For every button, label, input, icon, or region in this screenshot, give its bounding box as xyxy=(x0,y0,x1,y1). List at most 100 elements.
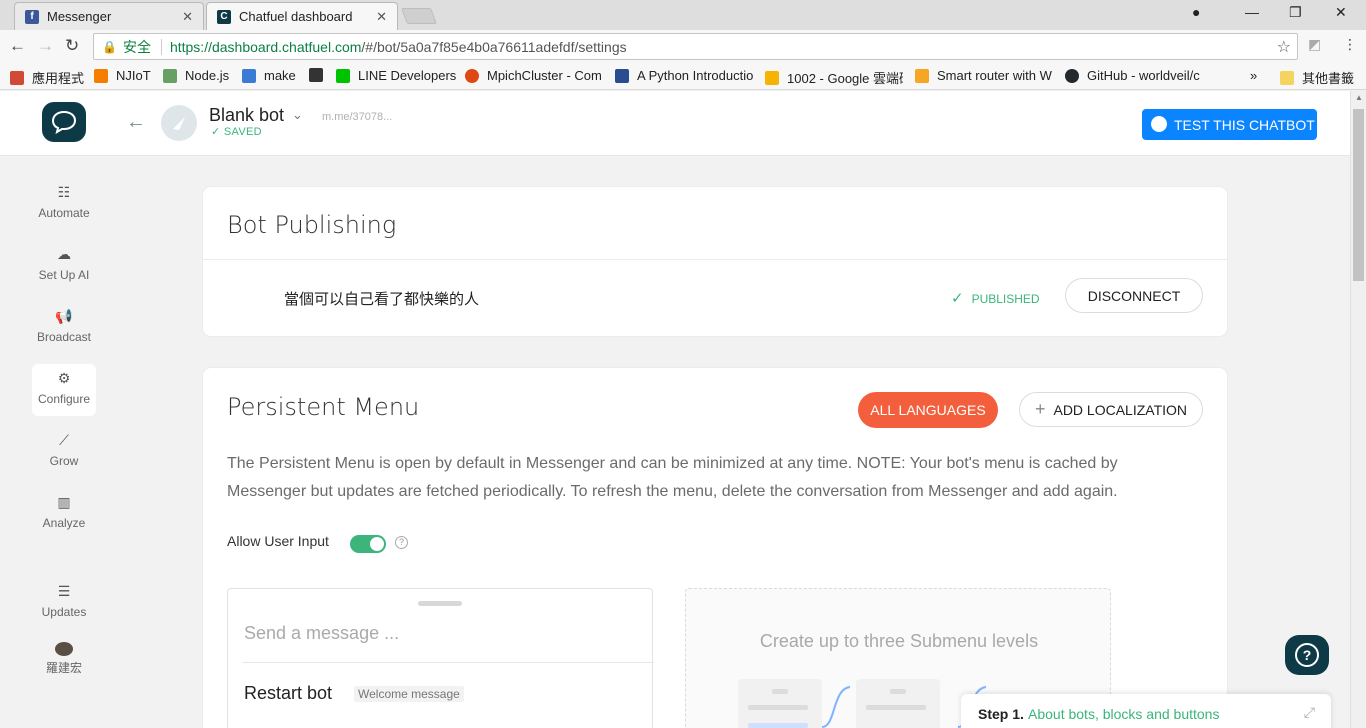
menu-icon[interactable]: ⋮ xyxy=(1343,36,1357,53)
profile-icon[interactable]: ● xyxy=(1192,4,1200,20)
scroll-up-icon[interactable]: ▲ xyxy=(1355,93,1363,102)
address-bar[interactable]: 🔒 安全 https://dashboard.chatfuel.com /#/b… xyxy=(93,33,1298,60)
allow-user-input-label: Allow User Input xyxy=(227,533,329,549)
sidebar: ☷ Automate ☁ Set Up AI 📢 Broadcast ⚙ Con… xyxy=(0,156,128,728)
close-icon[interactable]: ✕ xyxy=(376,9,387,25)
sidebar-item-label: 羅建宏 xyxy=(45,661,82,675)
sidebar-item-profile[interactable]: 羅建宏 xyxy=(32,634,96,686)
help-button[interactable]: ? xyxy=(1285,635,1329,675)
disconnect-button[interactable]: DISCONNECT xyxy=(1065,278,1203,313)
bookmark-njiot[interactable]: NJIoT xyxy=(94,68,151,83)
close-icon[interactable]: ✕ xyxy=(182,9,193,25)
sidebar-item-analyze[interactable]: ▥ Analyze xyxy=(32,488,96,540)
published-status: ✓ PUBLISHED xyxy=(951,289,1040,307)
tab-messenger[interactable]: f Messenger ✕ xyxy=(14,2,204,30)
diagram-bar xyxy=(748,723,808,728)
bookmark-line-developers[interactable]: LINE Developers xyxy=(336,68,456,83)
bookmark-python[interactable]: A Python Introductio xyxy=(615,68,753,83)
page-scrollbar[interactable]: ▲ xyxy=(1350,91,1366,728)
bookmark-google-drive[interactable]: 1002 - Google 雲端硬 xyxy=(765,68,903,87)
automate-icon: ☷ xyxy=(57,184,71,200)
diagram-bar xyxy=(748,705,808,710)
bot-name[interactable]: Blank bot xyxy=(209,105,284,126)
menu-preview: Send a message ... Restart bot Welcome m… xyxy=(227,588,654,728)
bookmark-label: 其他書籤 xyxy=(1302,71,1355,86)
tab-title: Chatfuel dashboard xyxy=(239,9,353,24)
instructables-icon xyxy=(915,68,929,83)
chatfuel-logo[interactable] xyxy=(42,102,86,142)
maximize-icon[interactable]: ❐ xyxy=(1289,4,1302,21)
tab-chatfuel-dashboard[interactable]: C Chatfuel dashboard ✕ xyxy=(206,2,398,30)
bookmark-smart-router[interactable]: Smart router with W xyxy=(915,68,1053,83)
card-title: Persistent Menu xyxy=(227,393,420,421)
reload-icon[interactable]: ↻ xyxy=(65,36,79,56)
bookmark-github[interactable]: GitHub - worldveil/c xyxy=(1065,68,1203,83)
sidebar-item-grow[interactable]: ⟋ Grow xyxy=(32,426,96,478)
chatfuel-icon: C xyxy=(217,9,231,24)
bookmarks-overflow[interactable]: » xyxy=(1250,68,1257,83)
all-languages-button[interactable]: ALL LANGUAGES xyxy=(858,392,998,428)
url-path: /#/bot/5a0a7f85e4b0a76611adefdf/settings xyxy=(361,38,627,55)
bot-avatar[interactable] xyxy=(161,105,197,141)
bookmark-label: Node.js xyxy=(185,68,230,83)
messenger-icon xyxy=(1151,116,1167,132)
bookmark-mpich[interactable]: MpichCluster - Com xyxy=(465,68,603,83)
divider xyxy=(203,259,1227,260)
scrollbar-thumb[interactable] xyxy=(1353,109,1364,281)
google-drive-icon xyxy=(765,70,779,85)
bookmark-make[interactable]: make xyxy=(242,68,296,83)
minimize-icon[interactable]: — xyxy=(1245,4,1259,20)
other-bookmarks[interactable]: 其他書籤 xyxy=(1280,68,1354,87)
sidebar-item-label: Automate xyxy=(38,206,90,220)
extension-icon[interactable]: ◩ xyxy=(1308,36,1321,53)
sidebar-item-automate[interactable]: ☷ Automate xyxy=(32,178,96,230)
drag-handle[interactable] xyxy=(418,601,462,606)
submenu-illustration xyxy=(856,679,940,728)
sidebar-item-broadcast[interactable]: 📢 Broadcast xyxy=(32,302,96,354)
tab-title: Messenger xyxy=(47,9,112,24)
question-icon: ? xyxy=(1295,643,1319,667)
bookmark-label: 1002 - Google 雲端硬 xyxy=(787,71,903,86)
window-close-icon[interactable]: ✕ xyxy=(1335,4,1347,21)
allow-user-input-toggle[interactable] xyxy=(350,535,386,553)
check-icon: ✓ xyxy=(951,290,964,307)
book-icon xyxy=(615,68,629,83)
grow-icon: ⟋ xyxy=(59,432,69,448)
chat-bubble-icon xyxy=(51,110,77,134)
help-icon[interactable]: ? xyxy=(395,536,408,549)
card-title: Bot Publishing xyxy=(227,211,397,239)
bookmark-label: Smart router with W xyxy=(937,68,1052,83)
forward-icon[interactable]: → xyxy=(37,36,54,56)
chevron-down-icon[interactable]: ⌄ xyxy=(292,107,303,123)
bot-avatar-icon xyxy=(173,117,185,130)
sidebar-item-label: Set Up AI xyxy=(38,268,90,282)
sidebar-item-updates[interactable]: ☰ Updates xyxy=(32,577,96,629)
bookmark-star-icon[interactable]: ☆ xyxy=(1277,37,1291,57)
bookmark-nodejs[interactable]: Node.js xyxy=(163,68,229,83)
lock-icon: 🔒 xyxy=(102,39,117,54)
bookmark-panda[interactable] xyxy=(309,68,331,82)
sidebar-item-label: Updates xyxy=(41,605,87,619)
expand-icon[interactable]: ⤢ xyxy=(1304,704,1315,721)
sidebar-item-configure[interactable]: ⚙ Configure xyxy=(32,364,96,416)
sidebar-item-label: Configure xyxy=(37,392,91,406)
test-chatbot-button[interactable]: TEST THIS CHATBOT xyxy=(1142,109,1317,140)
plus-icon: + xyxy=(1034,399,1046,419)
user-avatar-icon xyxy=(55,642,73,656)
new-tab-button[interactable] xyxy=(401,8,437,24)
bookmark-label: make xyxy=(264,68,296,83)
megaphone-icon: 📢 xyxy=(55,308,73,324)
bookmark-apps[interactable]: 應用程式 xyxy=(10,68,84,87)
bar-chart-icon: ▥ xyxy=(57,494,71,510)
bot-messenger-link[interactable]: m.me/37078... xyxy=(322,111,392,123)
onboarding-step[interactable]: Step 1. About bots, blocks and buttons ⤢ xyxy=(961,694,1331,728)
menu-item-restart-bot[interactable]: Restart bot xyxy=(244,683,332,704)
back-arrow-icon[interactable]: ← xyxy=(126,111,146,134)
sidebar-item-set-up-ai[interactable]: ☁ Set Up AI xyxy=(32,240,96,292)
back-icon[interactable]: ← xyxy=(9,36,26,56)
add-localization-button[interactable]: + ADD LOCALIZATION xyxy=(1019,392,1203,427)
menu-item-target-badge[interactable]: Welcome message xyxy=(354,686,464,702)
step-link[interactable]: About bots, blocks and buttons xyxy=(1028,706,1219,722)
saved-label: SAVED xyxy=(223,126,262,138)
bookmark-label: GitHub - worldveil/c xyxy=(1087,68,1200,83)
